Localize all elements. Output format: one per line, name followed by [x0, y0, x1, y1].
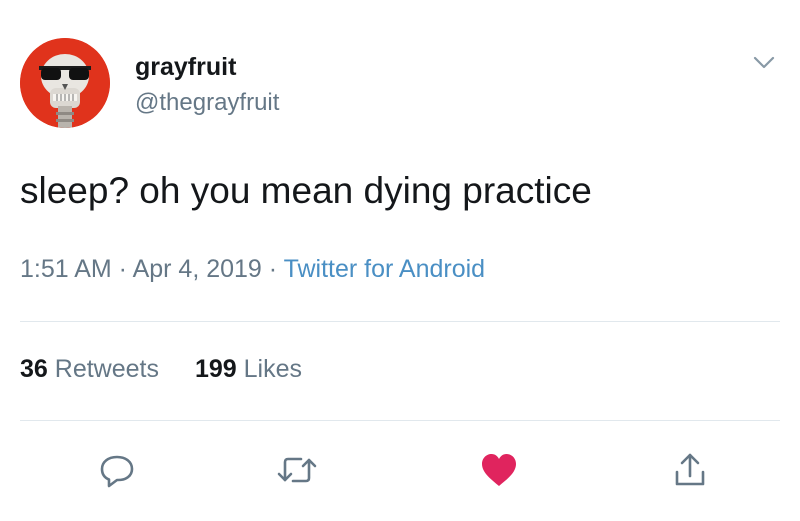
share-icon — [675, 453, 705, 486]
skull-avatar-icon — [20, 38, 110, 128]
divider — [20, 420, 780, 421]
avatar[interactable] — [20, 38, 110, 128]
tweet-text: sleep? oh you mean dying practice — [20, 170, 592, 211]
retweet-button[interactable] — [275, 448, 319, 492]
meta-separator: · — [111, 255, 133, 283]
reply-icon — [100, 455, 134, 488]
retweets-label: Retweets — [54, 355, 159, 383]
retweets-stat[interactable]: 36 Retweets — [20, 355, 159, 383]
retweet-icon — [277, 457, 317, 483]
tweet-date: Apr 4, 2019 — [132, 255, 262, 283]
retweets-count: 36 — [20, 355, 48, 383]
tweet-card: grayfruit @thegrayfruit sleep? oh you me… — [0, 0, 800, 521]
tweet-stats: 36 Retweets 199 Likes — [20, 355, 338, 384]
divider — [20, 321, 780, 322]
reply-button[interactable] — [95, 448, 139, 492]
likes-count: 199 — [194, 355, 237, 383]
tweet-time: 1:51 AM — [20, 255, 112, 283]
tweet-source-link[interactable]: Twitter for Android — [284, 255, 485, 283]
user-handle[interactable]: @thegrayfruit — [135, 89, 279, 117]
share-button[interactable] — [668, 448, 712, 492]
likes-stat[interactable]: 199 Likes — [195, 355, 302, 383]
display-name[interactable]: grayfruit — [135, 53, 236, 82]
like-button[interactable] — [477, 448, 521, 492]
likes-label: Likes — [243, 355, 303, 383]
tweet-metadata: 1:51 AM · Apr 4, 2019 · Twitter for Andr… — [20, 255, 485, 284]
heart-icon — [482, 454, 516, 486]
chevron-down-icon[interactable] — [752, 52, 776, 72]
meta-separator: · — [261, 255, 284, 283]
